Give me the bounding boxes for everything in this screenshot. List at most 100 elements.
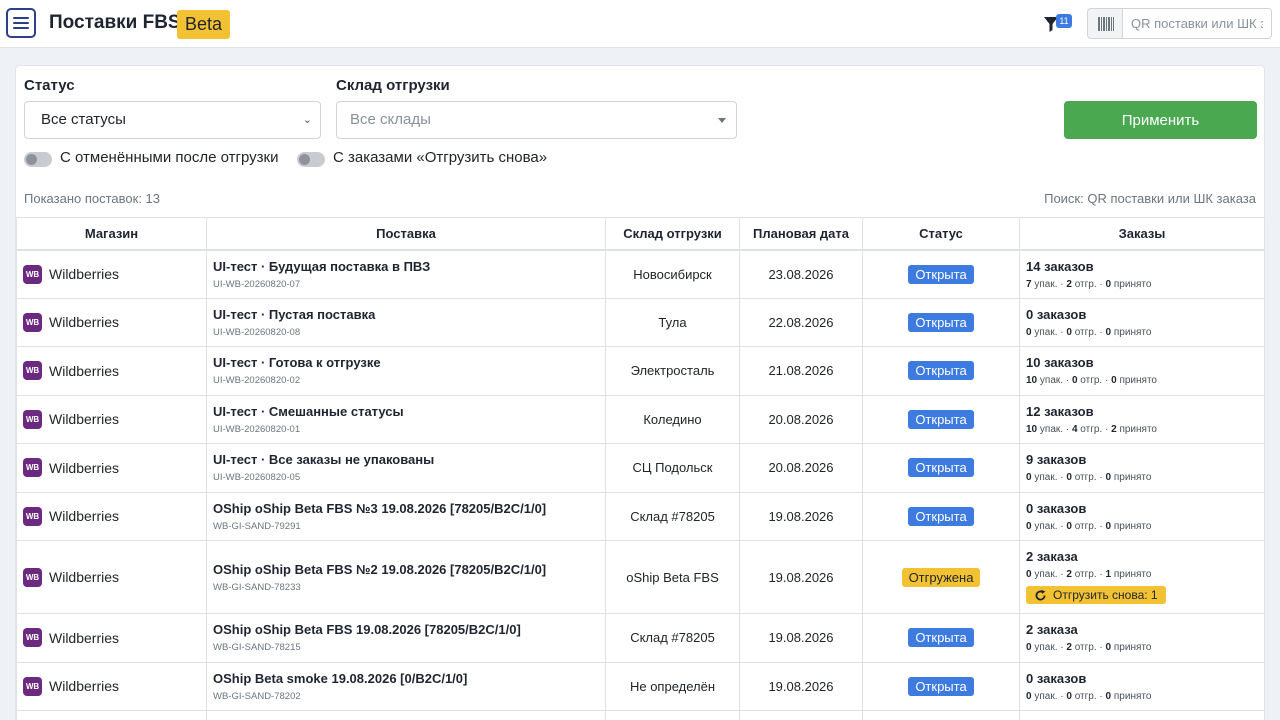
status-cell: Открыта — [862, 613, 1020, 663]
wildberries-icon: WB — [23, 567, 42, 587]
barcode-icon — [1097, 16, 1114, 31]
shipped-count: 0 — [1066, 472, 1072, 484]
shop-cell: WB Wildberries — [16, 491, 207, 541]
status-badge[interactable]: Открыта — [908, 676, 974, 696]
wildberries-icon: WB — [23, 676, 42, 696]
orders-cell: 0 заказов 0 упак. · 0 отгр. · 0 принято — [1019, 491, 1265, 541]
supply-name-link[interactable]: OShip oShip Beta FBS 19.08.2026 [78205/B… — [213, 622, 599, 637]
supply-cell: OShip oShip Beta FBS №2 19.08.2026 [7820… — [206, 540, 606, 614]
warehouse-cell: oShip Beta FBS — [605, 540, 740, 614]
shop-name: Wildberries — [49, 459, 120, 476]
toggle-cancelled[interactable] — [24, 152, 52, 167]
reship-label: Отгрузить снова: 1 — [1053, 588, 1158, 603]
table-row[interactable] — [16, 710, 1265, 720]
orders-count: 0 заказов — [1026, 306, 1087, 322]
status-cell: Отгружена — [862, 540, 1020, 614]
supply-id: WB-GI-SAND-78233 — [213, 581, 301, 593]
supply-name-link[interactable]: UI-тест · Готова к отгрузке — [213, 355, 599, 370]
reship-button[interactable]: Отгрузить снова: 1 — [1026, 586, 1166, 605]
table-row[interactable]: WB Wildberries OShip oShip Beta FBS №3 19.… — [16, 491, 1265, 541]
packed-label: упак. — [1034, 326, 1058, 338]
orders-breakdown: 10 упак. · 4 отгр. · 2 принято — [1026, 423, 1157, 435]
toggle-reship[interactable] — [297, 152, 325, 167]
status-badge[interactable]: Открыта — [908, 409, 974, 429]
chevron-down-icon: ⌄ — [302, 114, 312, 126]
warehouse-cell: Не определён — [605, 661, 740, 711]
orders-breakdown: 0 упак. · 0 отгр. · 0 принято — [1026, 472, 1152, 484]
supply-id: UI-WB-20260820-02 — [213, 375, 301, 387]
supply-cell: UI-тест · Смешанные статусы UI-WB-2026082… — [206, 394, 606, 444]
shipped-count: 4 — [1071, 423, 1078, 435]
shipped-count: 2 — [1066, 569, 1072, 581]
packed-label: упак. — [1039, 375, 1064, 387]
col-header-date[interactable]: Плановая дата — [739, 217, 863, 251]
supply-name-link[interactable]: UI-тест · Смешанные статусы — [213, 404, 599, 419]
col-header-shop[interactable]: Магазин — [16, 217, 207, 251]
status-badge[interactable]: Открыта — [908, 628, 974, 648]
supplies-card: Статус Все статусы ⌄ Склад отгрузки Все … — [15, 65, 1265, 720]
supply-name-link[interactable]: OShip oShip Beta FBS №3 19.08.2026 [7820… — [213, 501, 599, 516]
orders-count: 14 заказов — [1026, 258, 1094, 274]
warehouse-select[interactable]: Все склады — [336, 101, 737, 139]
status-cell: Открыта — [862, 491, 1020, 541]
supply-name-link[interactable]: UI-тест · Будущая поставка в ПВЗ — [213, 259, 599, 274]
supply-id: WB-GI-SAND-78215 — [213, 642, 301, 654]
col-header-warehouse[interactable]: Склад отгрузки — [605, 217, 740, 251]
packed-count: 0 — [1026, 472, 1032, 484]
barcode-scan-button[interactable] — [1087, 8, 1123, 39]
table-row[interactable]: WB Wildberries OShip oShip Beta FBS №2 19.… — [16, 540, 1265, 614]
table-row[interactable]: WB Wildberries UI-тест · Смешанные статусы… — [16, 394, 1265, 444]
warehouse-filter-label: Склад отгрузки — [336, 77, 450, 94]
qr-search-input[interactable] — [1122, 8, 1272, 39]
menu-icon[interactable] — [6, 8, 36, 38]
supply-id: UI-WB-20260820-05 — [213, 472, 301, 484]
table-row[interactable]: WB Wildberries UI-тест · Пустая поставка UI… — [16, 297, 1265, 347]
search-hint: Поиск: QR поставки или ШК заказа — [1044, 191, 1256, 206]
beta-badge: Beta — [177, 10, 231, 39]
shop-cell: WB Wildberries — [16, 297, 207, 347]
table-row[interactable]: WB Wildberries UI-тест · Все заказы не упа… — [16, 443, 1265, 493]
orders-cell: 12 заказов 10 упак. · 4 отгр. · 2 принято — [1019, 394, 1265, 444]
accepted-label: принято — [1119, 423, 1157, 435]
supply-name-link[interactable]: UI-тест · Все заказы не упакованы — [213, 452, 599, 467]
supply-name-link[interactable]: UI-тест · Пустая поставка — [213, 307, 599, 322]
status-cell: Открыта — [862, 394, 1020, 444]
supply-cell: OShip oShip Beta FBS №3 19.08.2026 [7820… — [206, 491, 606, 541]
table-row[interactable]: WB Wildberries UI-тест · Готова к отгрузке… — [16, 346, 1265, 396]
shipped-label: отгр. — [1074, 642, 1097, 654]
status-badge[interactable]: Открыта — [908, 264, 974, 284]
warehouse-cell: Тула — [605, 297, 740, 347]
table-row[interactable]: WB Wildberries OShip Beta smoke 19.08.2026… — [16, 661, 1265, 711]
packed-label: упак. — [1034, 690, 1058, 702]
shipped-label: отгр. — [1080, 423, 1103, 435]
status-badge[interactable]: Открыта — [908, 458, 974, 478]
col-header-orders[interactable]: Заказы — [1019, 217, 1265, 251]
supply-name-link[interactable]: OShip oShip Beta FBS №2 19.08.2026 [7820… — [213, 562, 599, 577]
supplies-table: Магазин Поставка Склад отгрузки Плановая… — [16, 217, 1265, 720]
date-cell: 19.08.2026 — [739, 613, 863, 663]
supply-name-link[interactable]: OShip Beta smoke 19.08.2026 [0/B2C/1/0] — [213, 671, 599, 686]
status-badge[interactable]: Открыта — [908, 506, 974, 526]
table-row[interactable]: WB Wildberries OShip oShip Beta FBS 19.08.… — [16, 613, 1265, 663]
warehouse-cell: Электросталь — [605, 346, 740, 396]
supply-id: UI-WB-20260820-07 — [213, 278, 301, 290]
shipped-label: отгр. — [1074, 690, 1097, 702]
apply-button[interactable]: Применить — [1064, 101, 1257, 139]
shop-name: Wildberries — [49, 411, 120, 428]
shop-name: Wildberries — [49, 266, 120, 282]
wildberries-icon: WB — [23, 628, 42, 648]
status-select[interactable]: Все статусы ⌄ — [24, 101, 321, 139]
toggle-cancelled-label: С отменёнными после отгрузки — [60, 149, 279, 166]
date-cell: 22.08.2026 — [739, 297, 863, 347]
table-row[interactable]: WB Wildberries UI-тест · Будущая поставка … — [16, 249, 1265, 299]
status-badge[interactable]: Отгружена — [901, 567, 981, 587]
shop-cell: WB Wildberries — [16, 443, 207, 493]
page-title: Поставки FBS — [49, 12, 181, 33]
refresh-icon — [1035, 589, 1046, 601]
status-badge[interactable]: Открыта — [908, 361, 974, 381]
accepted-count: 0 — [1111, 375, 1117, 387]
shop-name: Wildberries — [49, 508, 120, 525]
col-header-supply[interactable]: Поставка — [206, 217, 606, 251]
col-header-status[interactable]: Статус — [862, 217, 1020, 251]
status-badge[interactable]: Открыта — [908, 312, 974, 332]
